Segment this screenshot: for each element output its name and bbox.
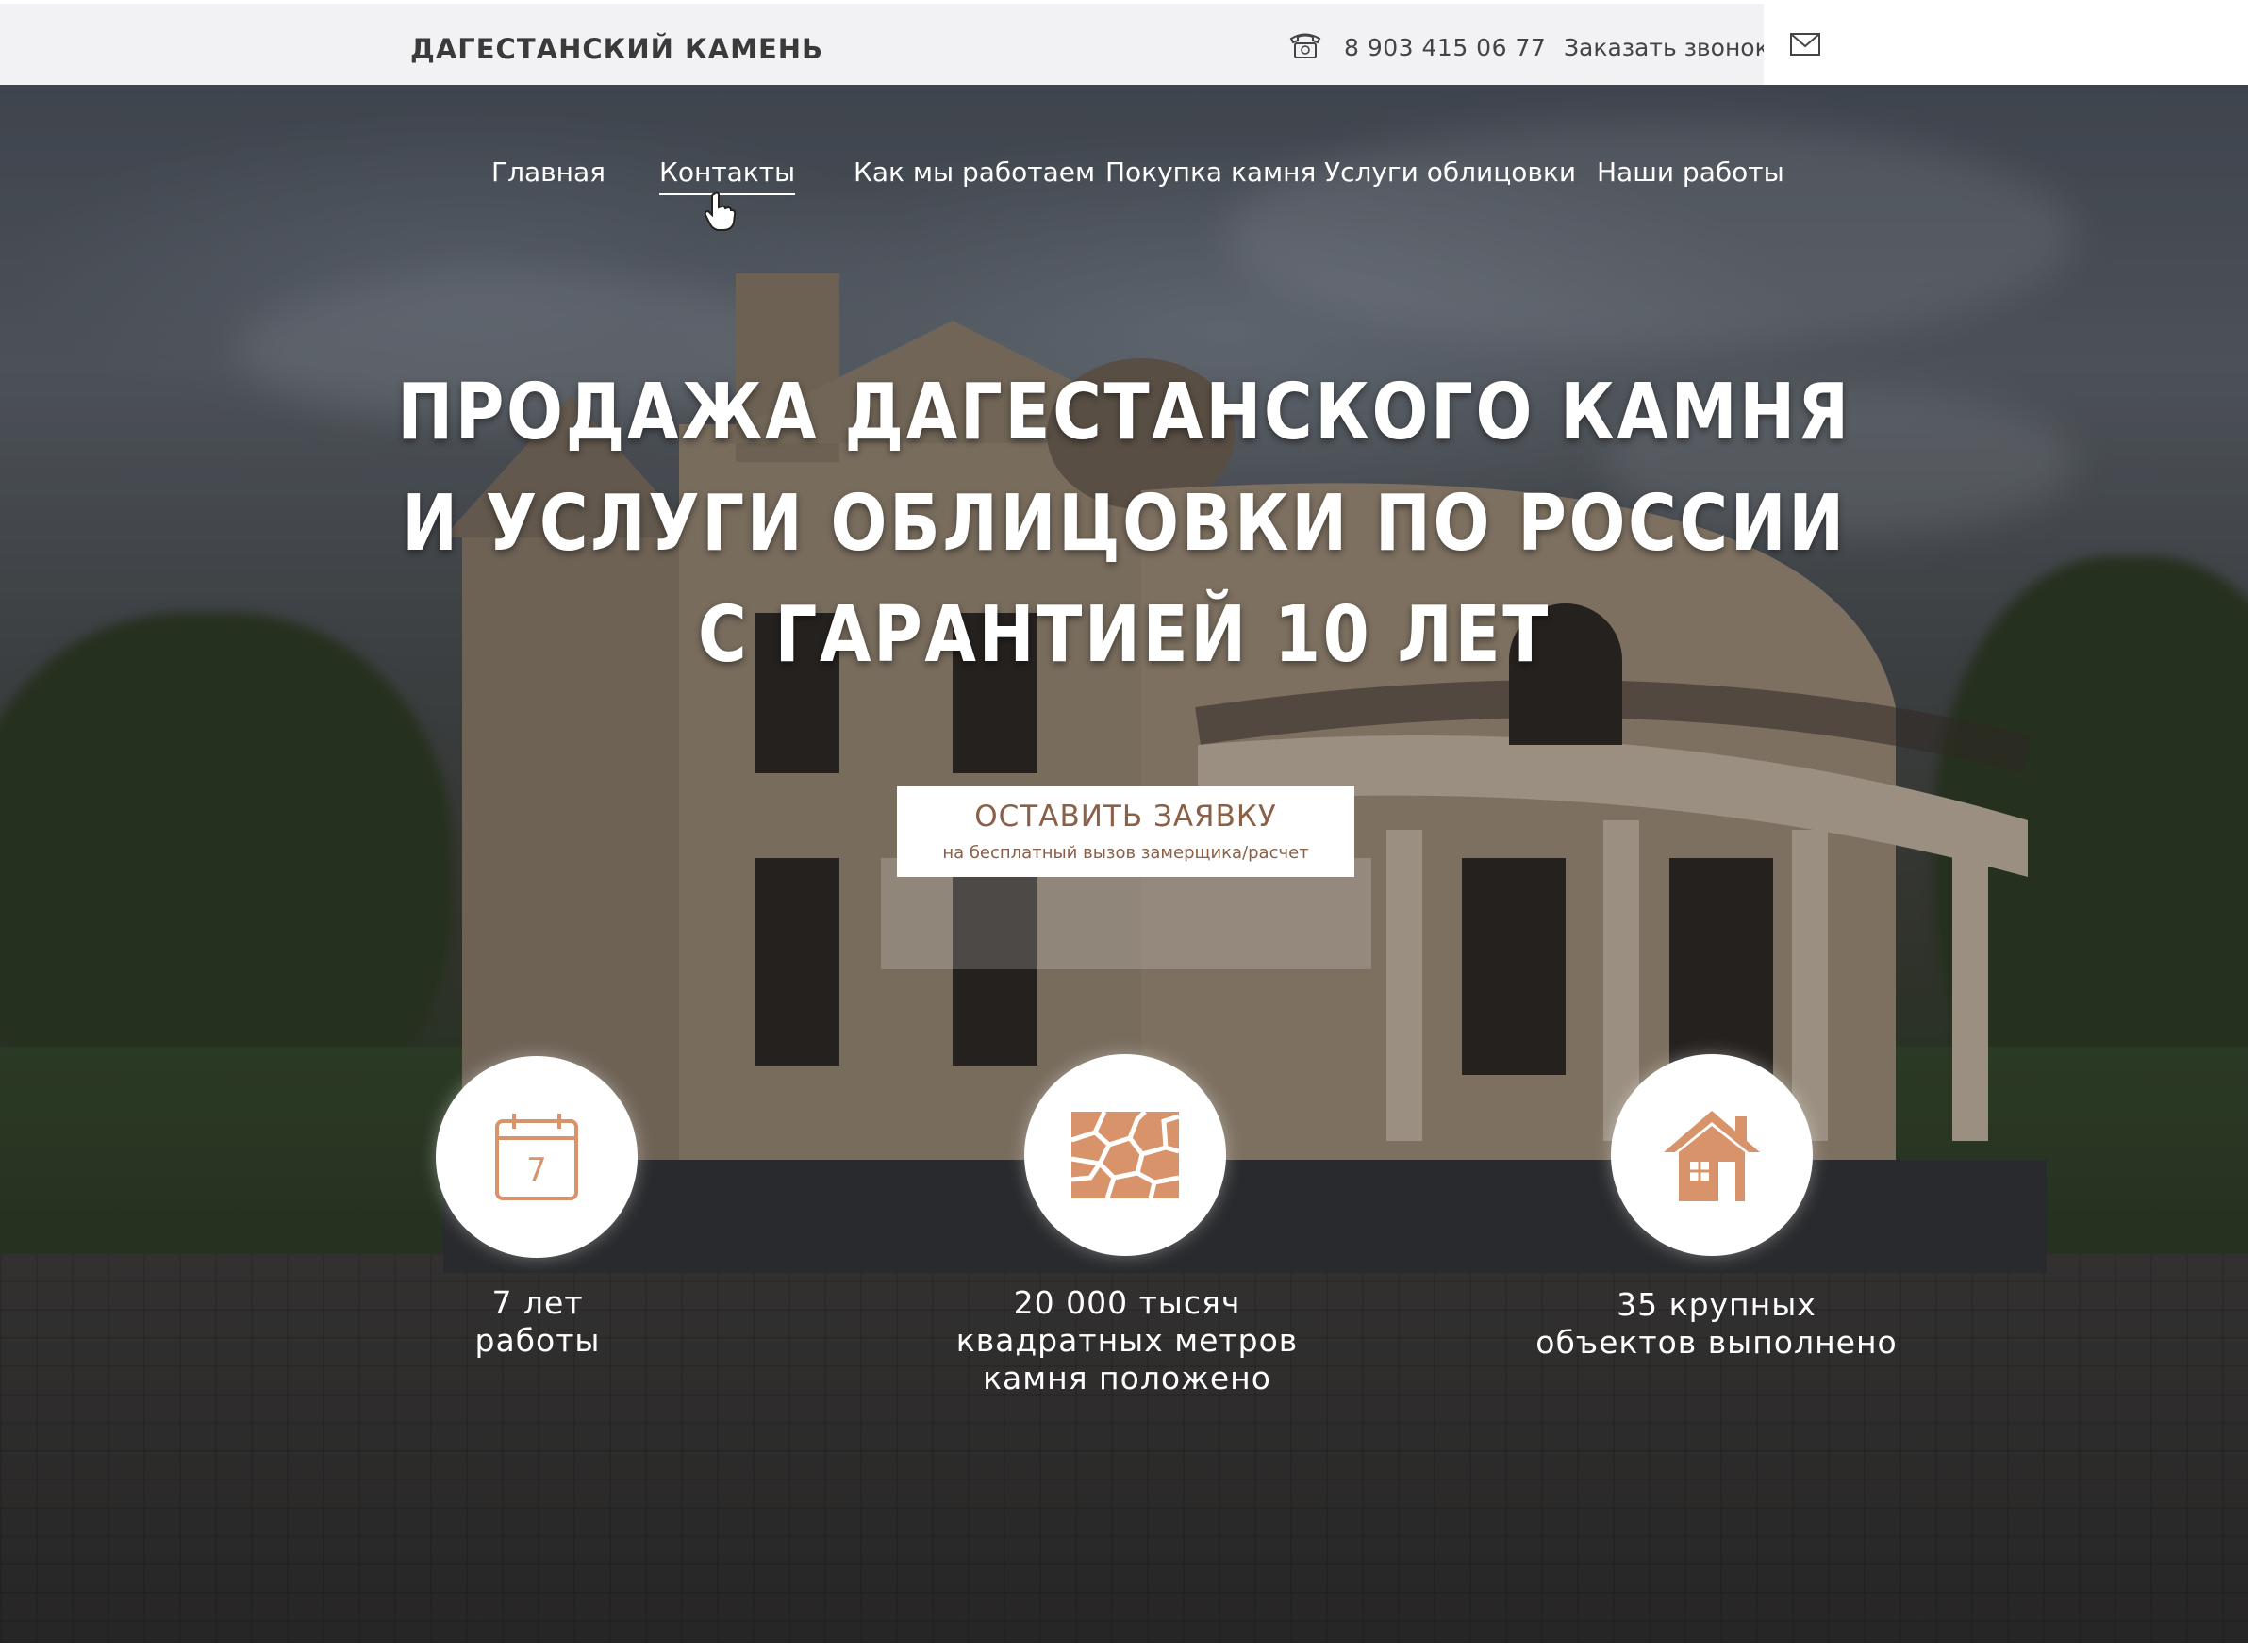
hero-headline-line-3: С ГАРАНТИЕЙ 10 ЛЕТ <box>698 590 1551 680</box>
stat-stone-circle <box>1024 1054 1226 1256</box>
phone-number[interactable]: 8 903 415 06 77 <box>1344 34 1546 61</box>
nav-item-cladding-services[interactable]: Услуги облицовки <box>1324 157 1576 188</box>
top-bar: ДАГЕСТАНСКИЙ КАМЕНЬ 8 903 415 06 77 Зака… <box>0 4 1847 85</box>
stat-stone-line-3: камня положено <box>983 1360 1271 1396</box>
calendar-day-text: 7 <box>526 1151 547 1189</box>
nav-item-our-works[interactable]: Наши работы <box>1597 157 1784 188</box>
hero-headline-line-1: ПРОДАЖА ДАГЕСТАНСКОГО КАМНЯ <box>397 368 1851 457</box>
mail-button[interactable] <box>1764 4 1847 85</box>
hand-cursor-icon <box>704 191 737 231</box>
cta-subtitle: на бесплатный вызов замерщика/расчет <box>942 843 1309 863</box>
stat-objects-text: 35 крупных объектов выполнено <box>1509 1286 1924 1362</box>
house-icon <box>1664 1111 1760 1201</box>
nav-item-buy-stone[interactable]: Покупка камня <box>1105 157 1316 188</box>
order-call-link[interactable]: Заказать звонок <box>1564 34 1769 61</box>
site-logo[interactable]: ДАГЕСТАНСКИЙ КАМЕНЬ <box>410 33 823 65</box>
calendar-icon: 7 <box>495 1114 578 1200</box>
nav-item-contacts[interactable]: Контакты <box>659 157 796 195</box>
stat-years-circle: 7 <box>436 1056 638 1258</box>
stat-objects-line-1: 35 крупных <box>1617 1286 1816 1323</box>
phone-icon <box>1289 33 1321 58</box>
hero-headline-line-2: И УСЛУГИ ОБЛИЦОВКИ ПО РОССИИ <box>402 479 1847 569</box>
stat-objects-line-2: объектов выполнено <box>1535 1324 1898 1361</box>
stat-years-line-2: работы <box>474 1322 601 1359</box>
nav-item-home[interactable]: Главная <box>491 157 605 188</box>
mail-icon <box>1790 33 1820 56</box>
stat-years-text: 7 лет работы <box>358 1284 717 1360</box>
stat-stone-line-1: 20 000 тысяч <box>1013 1284 1241 1321</box>
stone-icon <box>1071 1112 1179 1198</box>
stat-years-line-1: 7 лет <box>491 1284 584 1321</box>
nav-item-how-we-work[interactable]: Как мы работаем <box>854 157 1095 188</box>
cta-title: ОСТАВИТЬ ЗАЯВКУ <box>974 800 1277 834</box>
stat-objects-circle <box>1611 1054 1813 1256</box>
leave-request-button[interactable]: ОСТАВИТЬ ЗАЯВКУ на бесплатный вызов заме… <box>897 786 1354 877</box>
stat-stone-line-2: квадратных метров <box>955 1322 1299 1359</box>
stat-stone-text: 20 000 тысяч квадратных метров камня пол… <box>901 1284 1353 1397</box>
